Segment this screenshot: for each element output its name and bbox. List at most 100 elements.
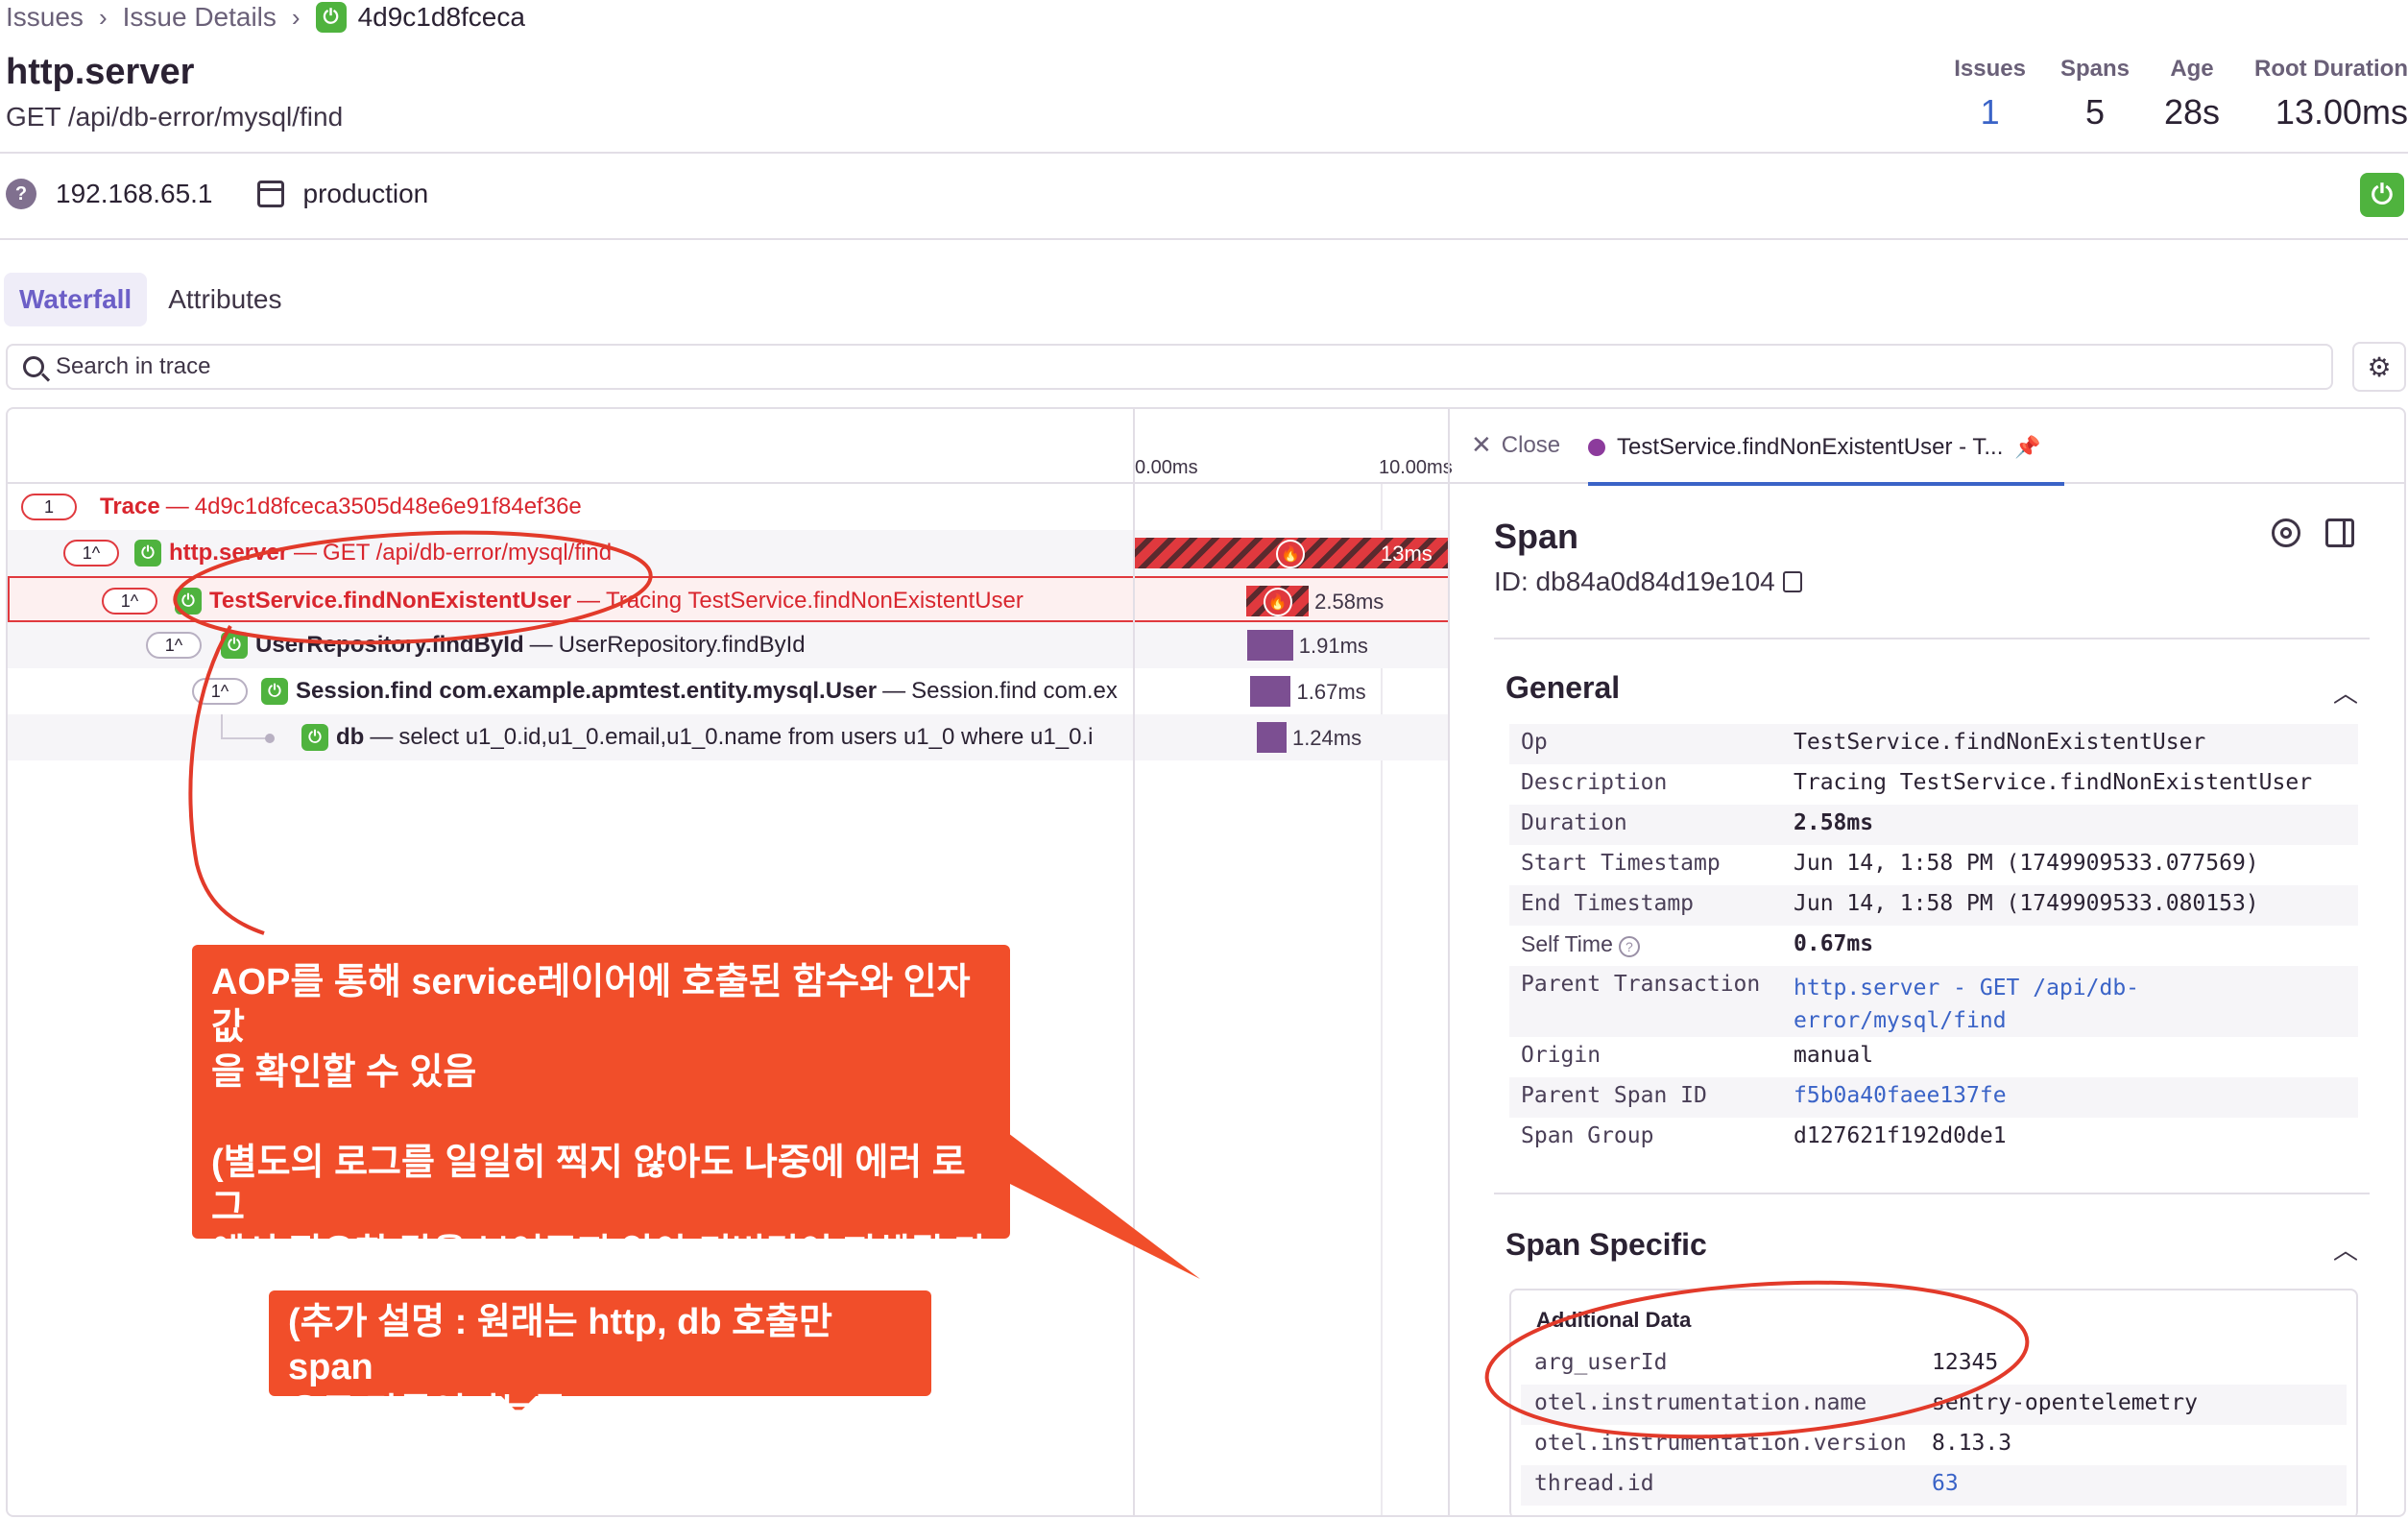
trace-root-row[interactable]: 1 Trace — 4d9c1d8fceca3505d48e6e91f84ef3… [8,484,1450,530]
section-general-title[interactable]: General [1505,670,1620,706]
breadcrumb-issues[interactable]: Issues [6,2,84,33]
kv-key: Parent Span ID [1521,1083,1707,1108]
span-op: TestService.findNonExistentUser [209,588,572,614]
focus-icon[interactable] [2272,518,2300,547]
tab-attributes[interactable]: Attributes [153,273,297,326]
page-subtitle: GET /api/db-error/mysql/find [6,102,344,132]
timeline-tick: 10.00ms [1379,457,1453,478]
breadcrumb-current: ⏻ 4d9c1d8fceca [315,2,525,33]
span-desc: select u1_0.id,u1_0.email,u1_0.name from… [398,724,1094,750]
span-label: ⏻ UserRepository.findById — UserReposito… [221,632,806,659]
window-icon [256,181,284,207]
page-title: http.server [6,52,195,92]
stat-label: Root Duration [2254,56,2408,82]
span-row[interactable]: 1^ ⏻ UserRepository.findById — UserRepos… [8,622,1450,668]
child-count[interactable]: 1^ [102,588,157,615]
detail-tabs: ✕ Close TestService.findNonExistentUser … [1450,409,2404,486]
span-color-dot [1588,439,1605,456]
close-button[interactable]: ✕ Close [1471,430,1560,460]
separator: — [577,588,601,614]
kv-value: Jun 14, 1:58 PM (1749909533.077569) [1794,851,2259,876]
question-icon[interactable]: ? [1618,936,1640,957]
close-label: Close [1501,431,1561,458]
child-count[interactable]: 1^ [192,678,248,705]
span-row[interactable]: 1^ ⏻ http.server — GET /api/db-error/mys… [8,530,1450,576]
kv-value: TestService.findNonExistentUser [1794,730,2206,755]
annotation-callout-note: (추가 설명 : 원래는 http, db 호출만 span 으로 만들어지는듯… [269,1290,931,1433]
trace-label: Trace — 4d9c1d8fceca3505d48e6e91f84ef36e [100,494,582,520]
divider [0,152,2408,154]
power-icon: ⏻ [261,678,288,705]
panel-layout-icon[interactable] [2325,518,2354,547]
kv-row: otel.instrumentation.name sentry-opentele… [1521,1385,2347,1425]
parent-span-link[interactable]: f5b0a40faee137fe [1794,1083,2007,1108]
stat-value: 13.00ms [2275,92,2408,132]
section-span-specific-title[interactable]: Span Specific [1505,1227,1707,1263]
parent-transaction-link[interactable]: http.server - GET /api/db-error/mysql/fi… [1794,972,2158,1037]
kv-row: otel.instrumentation.version 8.13.3 [1521,1425,2347,1465]
chevron-right-icon: › [98,2,108,32]
stat-label: Spans [2059,56,2130,82]
kv-row: Parent Transaction http.server - GET /api… [1509,966,2358,1037]
power-icon: ⏻ [315,2,347,33]
tab-waterfall[interactable]: Waterfall [4,273,148,326]
kv-row: Duration 2.58ms [1509,805,2358,845]
fire-icon[interactable]: 🔥 [1276,540,1305,568]
kv-key: thread.id [1534,1471,1654,1496]
span-row[interactable]: ⏻ db — select u1_0.id,u1_0.email,u1_0.na… [8,714,1450,760]
power-icon: ⏻ [301,724,328,751]
settings-button[interactable]: ⚙ [2352,342,2406,392]
span-bar[interactable] [1256,722,1287,753]
child-count[interactable]: 1 [21,494,77,520]
span-label: ⏻ TestService.findNonExistentUser — Trac… [175,588,1023,615]
column-divider[interactable] [1133,409,1135,1515]
copy-icon[interactable] [1782,571,1802,592]
stat-label: Age [2170,56,2214,82]
span-op: UserRepository.findById [255,632,524,658]
power-icon: ⏻ [175,588,202,615]
tab-bar: Waterfall Attributes [4,273,303,326]
question-icon: ? [6,179,36,209]
stat-age: Age 28s [2164,56,2220,133]
stat-value[interactable]: 1 [1954,92,2026,133]
span-row[interactable]: 1^ ⏻ Session.find com.example.apmtest.en… [8,668,1450,714]
separator: — [882,678,906,704]
child-count[interactable]: 1^ [63,540,119,567]
pin-icon[interactable]: 📌 [2014,435,2040,460]
kv-row: Parent Span ID f5b0a40faee137fe [1509,1077,2358,1118]
chevron-up-icon[interactable]: ︿ [2333,674,2358,710]
child-count[interactable]: 1^ [146,632,202,659]
span-op: http.server [169,540,289,566]
span-id-text: ID: db84a0d84d19e104 [1494,567,1775,596]
kv-row: arg_userId 12345 [1521,1344,2347,1385]
chevron-up-icon[interactable]: ︿ [2333,1231,2358,1266]
kv-value: 0.67ms [1794,931,1874,956]
search-placeholder: Search in trace [56,353,211,379]
additional-data-box: Additional Data arg_userId 12345 otel.ins… [1509,1289,2358,1515]
tree-connector [221,737,267,739]
kv-value: 12345 [1932,1350,1999,1375]
kv-row: Origin manual [1509,1037,2358,1077]
span-detail-panel: ✕ Close TestService.findNonExistentUser … [1450,409,2404,1515]
separator: — [529,632,553,658]
span-bar[interactable] [1250,676,1291,707]
timeline-tick: 0.00ms [1135,457,1198,478]
tree-connector [221,714,223,739]
span-label: ⏻ http.server — GET /api/db-error/mysql/… [134,540,612,567]
search-input[interactable]: Search in trace [6,344,2333,390]
power-icon: ⏻ [221,632,248,659]
tab-span-detail[interactable]: TestService.findNonExistentUser - T... 📌 [1588,422,2064,486]
span-row-selected[interactable]: 1^ ⏻ TestService.findNonExistentUser — T… [8,576,1450,622]
span-desc: GET /api/db-error/mysql/find [323,540,613,566]
breadcrumb-issue-details[interactable]: Issue Details [123,2,277,33]
separator: — [294,540,318,566]
kv-key: otel.instrumentation.version [1534,1431,1907,1456]
span-duration: 2.58ms [1314,590,1385,614]
kv-value[interactable]: 63 [1932,1471,1959,1496]
kv-row: Self Time? 0.67ms [1509,926,2358,966]
breadcrumb: Issues › Issue Details › ⏻ 4d9c1d8fceca [6,0,525,35]
span-bar[interactable] [1246,630,1293,661]
stat-spans: Spans 5 [2060,56,2130,133]
fire-icon[interactable]: 🔥 [1263,588,1292,616]
kv-key: Origin [1521,1043,1601,1068]
